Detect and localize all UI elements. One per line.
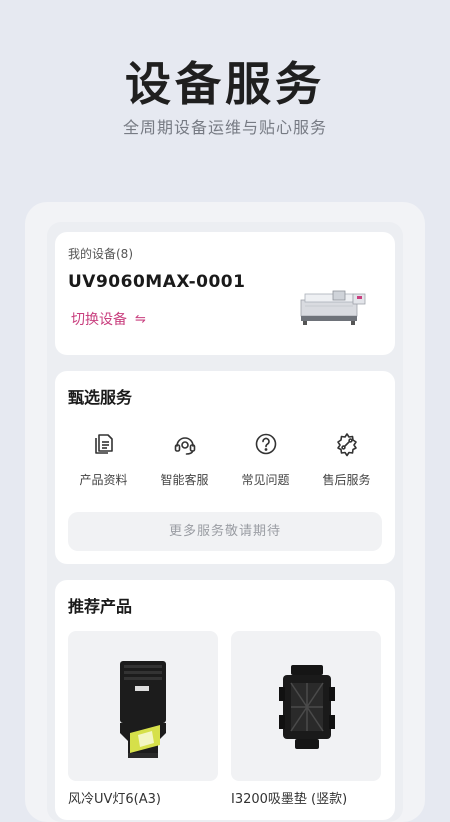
service-smart-support[interactable]: 智能客服 [144, 431, 225, 488]
product-name: 风冷UV灯6(A3) [68, 792, 161, 807]
wrench-gear-icon [336, 433, 357, 457]
page-subtitle: 全周期设备运维与贴心服务 [122, 118, 327, 137]
products-title: 推荐产品 [68, 597, 133, 616]
page-title: 设备服务 [125, 57, 325, 111]
service-label: 智能客服 [160, 473, 209, 487]
headset-icon [174, 437, 195, 455]
my-device-card[interactable]: 我的设备(8) UV9060MAX-0001 切换设备 ⇋ [55, 232, 395, 355]
device-name: UV9060MAX-0001 [68, 272, 246, 292]
device-count-label: 我的设备(8) [68, 247, 133, 261]
service-product-docs[interactable]: 产品资料 [63, 431, 144, 488]
ink-pad-product-image [279, 665, 335, 749]
service-faq[interactable]: 常见问题 [225, 431, 306, 488]
services-title: 甄选服务 [68, 388, 133, 407]
services-card: 甄选服务 产品资料 智能客服 常见问题 售后服务 更多服务敬请期待 [55, 371, 395, 564]
product-card-uv-lamp[interactable] [68, 631, 218, 781]
recommended-products-card: 推荐产品 风冷UV灯6(A3) I3200吸墨垫 (竖款) [55, 580, 395, 820]
service-after-sales[interactable]: 售后服务 [306, 431, 387, 488]
question-icon [255, 433, 276, 455]
more-services-button[interactable]: 更多服务敬请期待 [68, 512, 382, 551]
document-icon [94, 434, 113, 454]
service-label: 常见问题 [241, 473, 290, 487]
service-label: 售后服务 [322, 473, 371, 487]
product-name: I3200吸墨垫 (竖款) [231, 792, 348, 807]
uv-lamp-product-image [120, 661, 166, 758]
switch-arrows-icon: ⇋ [135, 311, 146, 327]
product-card-ink-pad[interactable] [231, 631, 381, 781]
service-label: 产品资料 [79, 473, 128, 487]
printer-image [300, 290, 366, 325]
switch-device-label: 切换设备 [71, 312, 127, 328]
switch-device-button[interactable]: 切换设备 ⇋ [71, 309, 146, 329]
